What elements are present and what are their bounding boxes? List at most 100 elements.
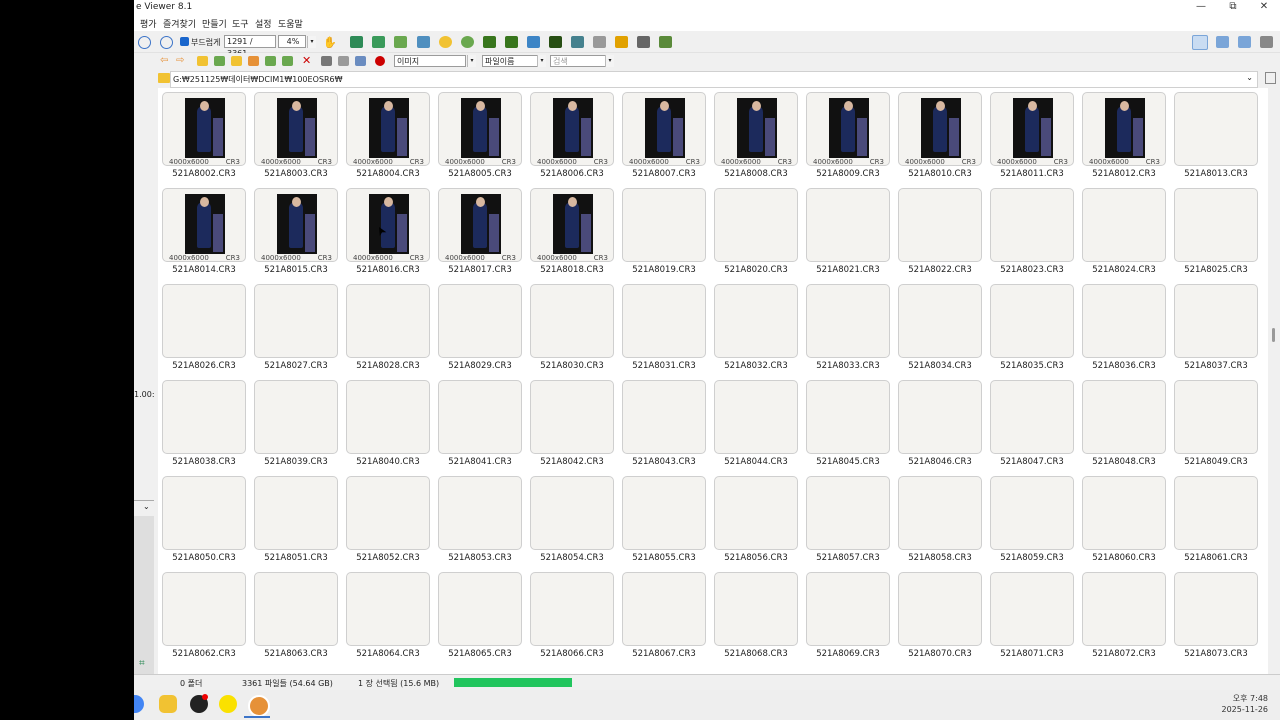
thumbnail-card[interactable]: [898, 476, 982, 550]
thumbnail-item[interactable]: 521A8056.CR3: [710, 472, 802, 568]
export-icon[interactable]: [659, 36, 672, 48]
delete-icon[interactable]: ✕: [302, 54, 311, 67]
thumbnail-item[interactable]: 521A8044.CR3: [710, 376, 802, 472]
thumbnail-item[interactable]: 4000x6000 CR3 521A8012.CR3: [1078, 88, 1170, 184]
forward-icon[interactable]: ⇨: [176, 55, 184, 66]
thumbnail-card[interactable]: [806, 476, 890, 550]
thumbnail-card[interactable]: [806, 284, 890, 358]
fit-height-icon[interactable]: [394, 36, 407, 48]
thumbnail-item[interactable]: 4000x6000 CR3 521A8006.CR3: [526, 88, 618, 184]
print-icon[interactable]: [637, 36, 650, 48]
browser-icon[interactable]: [134, 695, 144, 713]
thumbnail-card[interactable]: 4000x6000 CR3: [254, 92, 338, 166]
thumbnail-card[interactable]: [1174, 188, 1258, 262]
refresh-folder-icon[interactable]: [214, 56, 225, 66]
thumbnail-item[interactable]: 521A8066.CR3: [526, 568, 618, 664]
resize-icon[interactable]: [571, 36, 584, 48]
thumbnail-card[interactable]: [1082, 284, 1166, 358]
thumbnail-card[interactable]: [622, 188, 706, 262]
thumbnail-card[interactable]: [254, 284, 338, 358]
columns-view-icon[interactable]: [338, 56, 349, 66]
thumbnail-item[interactable]: 521A8038.CR3: [158, 376, 250, 472]
thumbnail-item[interactable]: 4000x6000 CR3 521A8003.CR3: [250, 88, 342, 184]
page-counter-field[interactable]: 1291 / 3361: [224, 35, 276, 58]
sort-select[interactable]: 파일이름: [482, 55, 538, 67]
thumbnail-card[interactable]: [1082, 188, 1166, 262]
thumbnail-card[interactable]: [714, 380, 798, 454]
thumbnail-item[interactable]: 521A8069.CR3: [802, 568, 894, 664]
type-filter-select[interactable]: 이미지: [394, 55, 466, 67]
thumbnail-item[interactable]: 521A8037.CR3: [1170, 280, 1262, 376]
histogram-icon[interactable]: [527, 36, 540, 48]
thumbnail-item[interactable]: 521A8036.CR3: [1078, 280, 1170, 376]
thumbnail-item[interactable]: 521A8023.CR3: [986, 184, 1078, 280]
thumbnail-card[interactable]: [898, 572, 982, 646]
thumbnail-card[interactable]: 4000x6000 CR3: [1082, 92, 1166, 166]
thumbnail-card[interactable]: [806, 188, 890, 262]
user-icon[interactable]: [461, 36, 474, 48]
thumbnail-card[interactable]: [438, 380, 522, 454]
thumbnail-item[interactable]: 521A8013.CR3: [1170, 88, 1262, 184]
thumbnail-card[interactable]: 4000x6000 CR3: [530, 188, 614, 262]
thumbnail-item[interactable]: 521A8057.CR3: [802, 472, 894, 568]
zoom-out-icon[interactable]: [138, 36, 151, 49]
thumbnail-item[interactable]: 521A8065.CR3: [434, 568, 526, 664]
thumbnail-card[interactable]: [898, 284, 982, 358]
thumbnail-item[interactable]: 521A8020.CR3: [710, 184, 802, 280]
thumbnail-item[interactable]: 521A8028.CR3: [342, 280, 434, 376]
address-dropdown-icon[interactable]: ⌄: [1246, 73, 1253, 82]
thumbnail-item[interactable]: 4000x6000 CR3 521A8004.CR3: [342, 88, 434, 184]
thumbnail-card[interactable]: [530, 572, 614, 646]
thumbnail-card[interactable]: [714, 476, 798, 550]
back-icon[interactable]: ⇦: [160, 55, 168, 66]
view-details-icon[interactable]: [1216, 36, 1229, 48]
thumbnail-item[interactable]: 4000x6000 CR3 521A8007.CR3: [618, 88, 710, 184]
move-to-icon[interactable]: [282, 56, 293, 66]
thumbnail-item[interactable]: 521A8035.CR3: [986, 280, 1078, 376]
thumbnail-card[interactable]: [162, 284, 246, 358]
thumbnail-card[interactable]: [254, 476, 338, 550]
thumbnail-item[interactable]: 521A8021.CR3: [802, 184, 894, 280]
thumbnail-card[interactable]: [1174, 92, 1258, 166]
thumbnail-item[interactable]: 521A8033.CR3: [802, 280, 894, 376]
list-view-icon[interactable]: [355, 56, 366, 66]
thumbnail-card[interactable]: 4000x6000 CR3: [806, 92, 890, 166]
file-explorer-icon[interactable]: [159, 695, 177, 713]
thumbnail-item[interactable]: 521A8071.CR3: [986, 568, 1078, 664]
thumbnail-item[interactable]: 521A8034.CR3: [894, 280, 986, 376]
thumbnail-item[interactable]: 521A8070.CR3: [894, 568, 986, 664]
thumbnail-card[interactable]: [990, 380, 1074, 454]
thumbnail-item[interactable]: 521A8051.CR3: [250, 472, 342, 568]
thumbnail-item[interactable]: 521A8054.CR3: [526, 472, 618, 568]
original-size-icon[interactable]: [160, 36, 173, 49]
menu-rating[interactable]: 평가: [140, 17, 157, 30]
thumbnail-card[interactable]: [1174, 380, 1258, 454]
sort-dropdown-icon[interactable]: ▾: [537, 55, 546, 67]
thumbnail-item[interactable]: 521A8039.CR3: [250, 376, 342, 472]
thumbnail-item[interactable]: 521A8063.CR3: [250, 568, 342, 664]
thumbnail-card[interactable]: 4000x6000 CR3: [346, 92, 430, 166]
thumbnail-card[interactable]: [806, 380, 890, 454]
thumbnail-item[interactable]: 521A8052.CR3: [342, 472, 434, 568]
thumbnail-item[interactable]: 4000x6000 CR3 521A8018.CR3: [526, 184, 618, 280]
thumbnail-card[interactable]: 4000x6000 CR3: [530, 92, 614, 166]
thumbnail-item[interactable]: 521A8031.CR3: [618, 280, 710, 376]
thumbnail-card[interactable]: [990, 188, 1074, 262]
thumbnail-card[interactable]: 4000x6000 CR3: [162, 92, 246, 166]
thumbnail-card[interactable]: [1174, 284, 1258, 358]
thumbnail-card[interactable]: [622, 572, 706, 646]
thumbnail-item[interactable]: 521A8040.CR3: [342, 376, 434, 472]
thumbnail-item[interactable]: 4000x6000 CR3 521A8002.CR3: [158, 88, 250, 184]
thumbnail-item[interactable]: 521A8053.CR3: [434, 472, 526, 568]
thumbnail-item[interactable]: 521A8024.CR3: [1078, 184, 1170, 280]
minimize-button[interactable]: —: [1186, 0, 1216, 15]
thumbnail-card[interactable]: [438, 284, 522, 358]
crop-icon[interactable]: [549, 36, 562, 48]
restore-button[interactable]: ⧉: [1218, 0, 1248, 15]
thumbnail-item[interactable]: 4000x6000 CR3 521A8011.CR3: [986, 88, 1078, 184]
thumbnail-item[interactable]: 521A8073.CR3: [1170, 568, 1262, 664]
menu-create[interactable]: 만들기: [202, 17, 227, 30]
menu-tools[interactable]: 도구: [232, 17, 249, 30]
copy-to-icon[interactable]: [265, 56, 276, 66]
thumbnail-item[interactable]: 521A8026.CR3: [158, 280, 250, 376]
